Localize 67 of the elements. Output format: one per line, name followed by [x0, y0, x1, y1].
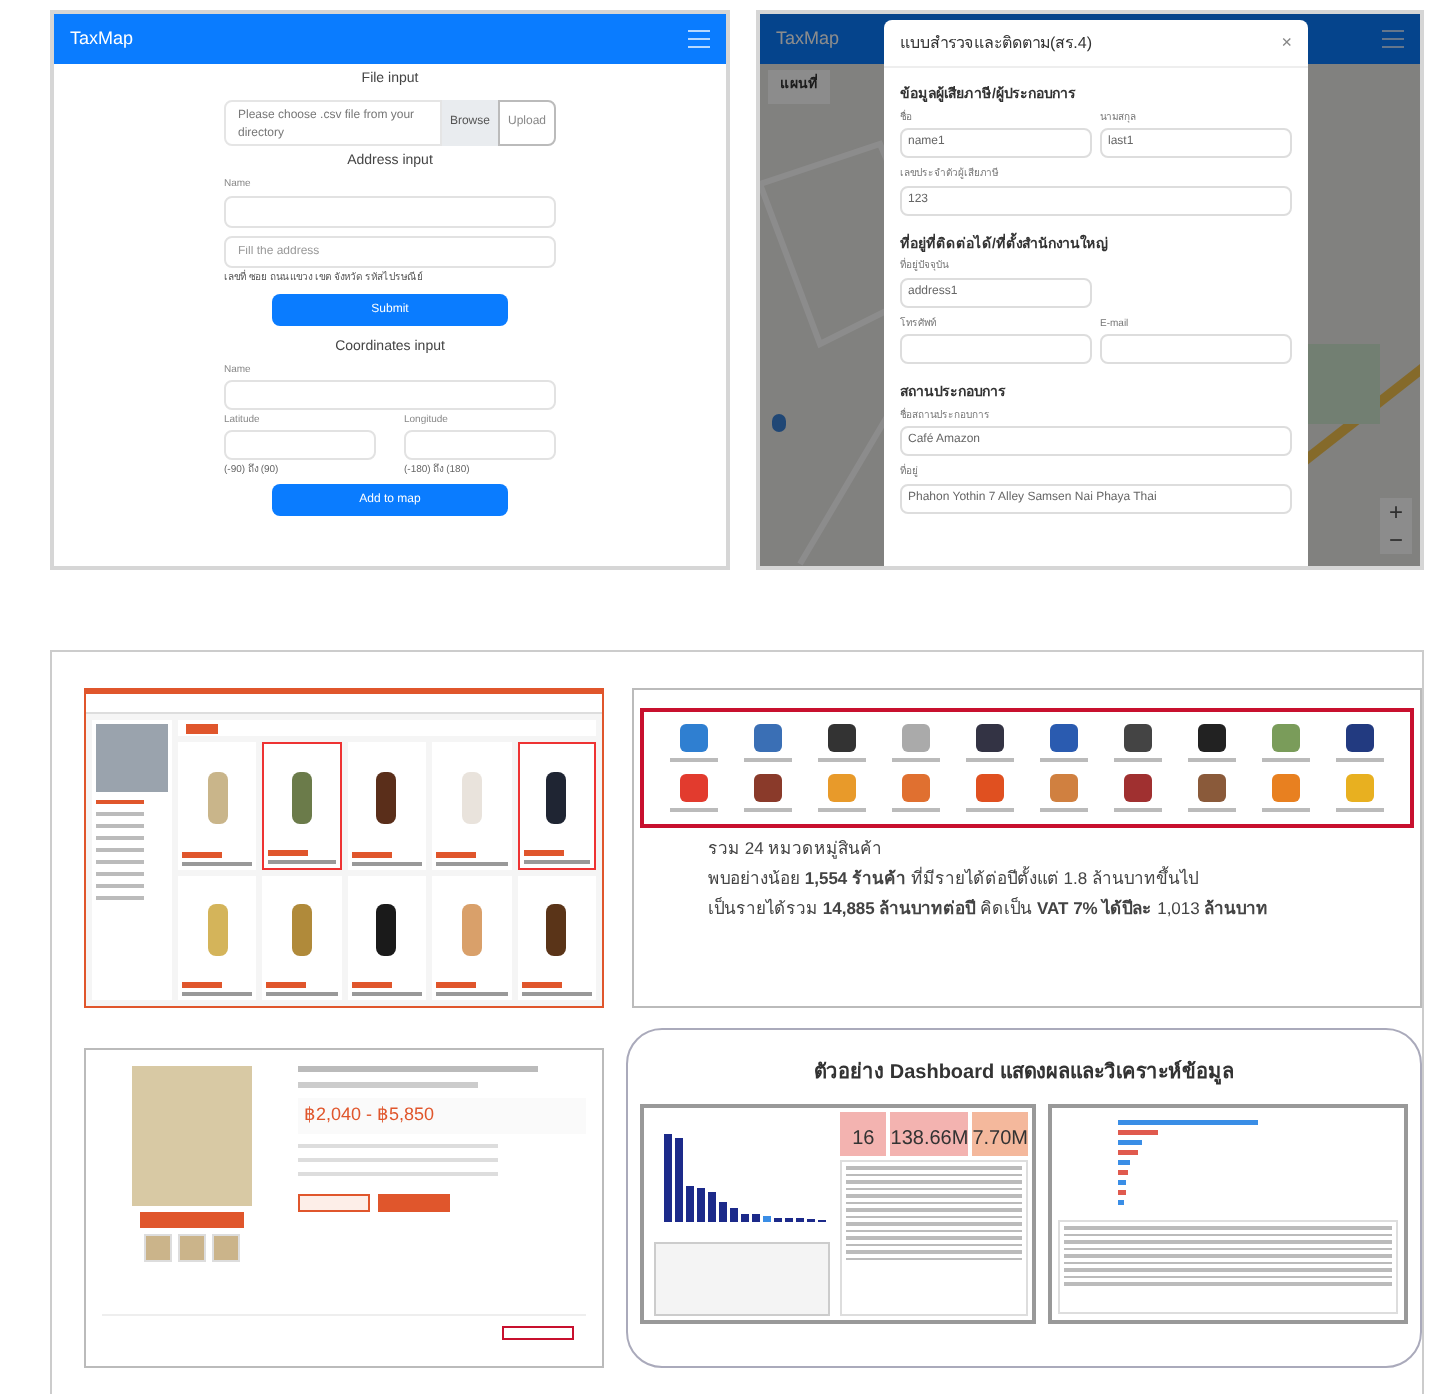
- dialog-title: แบบสำรวจและติดตาม(สร.4): [900, 31, 1092, 55]
- add-to-cart-button[interactable]: [298, 1193, 370, 1211]
- product-category-icon: [679, 774, 708, 802]
- kpi-card: 138.66M: [890, 1112, 969, 1156]
- summary-text: เป็นรายได้รวม 14,885 ล้านบาทต่อปี คิดเป็น VAT 7% ได้ปีละ 1,013 ล้านบาท: [708, 895, 1271, 921]
- product-category-icon: [827, 774, 856, 802]
- product-category-icon: [1124, 724, 1153, 752]
- product-category-icon: [901, 774, 930, 802]
- product-category-icon: [1346, 724, 1375, 752]
- promo-banner: [140, 1212, 244, 1228]
- map-pin-icon: [772, 414, 786, 432]
- menu-icon[interactable]: [688, 30, 710, 48]
- summary-text: พบอย่างน้อย 1,554 ร้านค้า ที่มีรายได้ต่อปีตั้งแต่ 1.8 ล้านบาทขึ้นไป: [708, 865, 1200, 891]
- sort-tab[interactable]: [186, 723, 218, 733]
- menu-icon[interactable]: [1382, 30, 1404, 48]
- product-category-icon: [901, 724, 930, 752]
- zoom-in-button[interactable]: +: [1380, 498, 1412, 526]
- product-photo-placeholder: [132, 1066, 252, 1206]
- product-photo-placeholder: [292, 903, 313, 955]
- product-card[interactable]: [517, 742, 596, 870]
- panel-title: ตัวอย่าง Dashboard แสดงผลและวิเคราะห์ข้อมูล: [814, 1058, 1234, 1088]
- product-photo-placeholder: [207, 903, 228, 955]
- thumbnail-placeholder[interactable]: [212, 1234, 240, 1262]
- price-text: ฿2,040 - ฿5,850: [298, 1098, 586, 1133]
- product-category-icon: [1198, 724, 1227, 752]
- product-category-icon: [1124, 774, 1153, 802]
- product-category-icon: [679, 724, 708, 752]
- close-button[interactable]: ×: [1281, 29, 1292, 57]
- product-category-icon: [1050, 724, 1079, 752]
- app-title[interactable]: TaxMap: [776, 25, 840, 53]
- product-photo-placeholder: [461, 903, 482, 955]
- thumbnail-placeholder[interactable]: [144, 1234, 172, 1262]
- product-photo-placeholder: [461, 771, 482, 823]
- product-photo-placeholder: [376, 771, 397, 823]
- summary-text: รวม 24 หมวดหมู่สินค้า: [708, 836, 885, 862]
- product-category-icon: [1272, 724, 1301, 752]
- input-field[interactable]: [900, 334, 1092, 364]
- product-photo-placeholder: [376, 903, 397, 955]
- product-category-icon: [1272, 774, 1301, 802]
- product-card[interactable]: [347, 742, 427, 870]
- input-field[interactable]: [224, 380, 556, 410]
- product-category-icon: [1346, 774, 1375, 802]
- product-category-icon: [1198, 774, 1227, 802]
- product-category-icon: [1050, 774, 1079, 802]
- buy-now-button[interactable]: [378, 1193, 450, 1211]
- app-title[interactable]: TaxMap: [70, 25, 134, 53]
- product-category-icon: [753, 724, 782, 752]
- product-photo-placeholder: [546, 903, 567, 955]
- product-category-icon: [975, 774, 1004, 802]
- product-photo-placeholder: [207, 771, 228, 823]
- product-category-icon: [753, 774, 782, 802]
- thumbnail-placeholder[interactable]: [178, 1234, 206, 1262]
- product-photo-placeholder: [292, 771, 313, 823]
- product-category-icon: [975, 724, 1004, 752]
- product-card[interactable]: [517, 876, 596, 1000]
- product-category-icon: [827, 724, 856, 752]
- input-field[interactable]: [224, 195, 556, 227]
- product-card[interactable]: [347, 876, 427, 1000]
- latitude-field[interactable]: [224, 429, 376, 459]
- store-logo-placeholder: [96, 724, 168, 792]
- product-photo-placeholder: [546, 771, 567, 823]
- kpi-card: 7.70M: [972, 1112, 1028, 1156]
- longitude-field[interactable]: [404, 429, 556, 459]
- zoom-out-button[interactable]: −: [1380, 526, 1412, 554]
- kpi-card: 16: [840, 1112, 887, 1156]
- highlight-box: [502, 1326, 574, 1340]
- input-field[interactable]: [1100, 334, 1292, 364]
